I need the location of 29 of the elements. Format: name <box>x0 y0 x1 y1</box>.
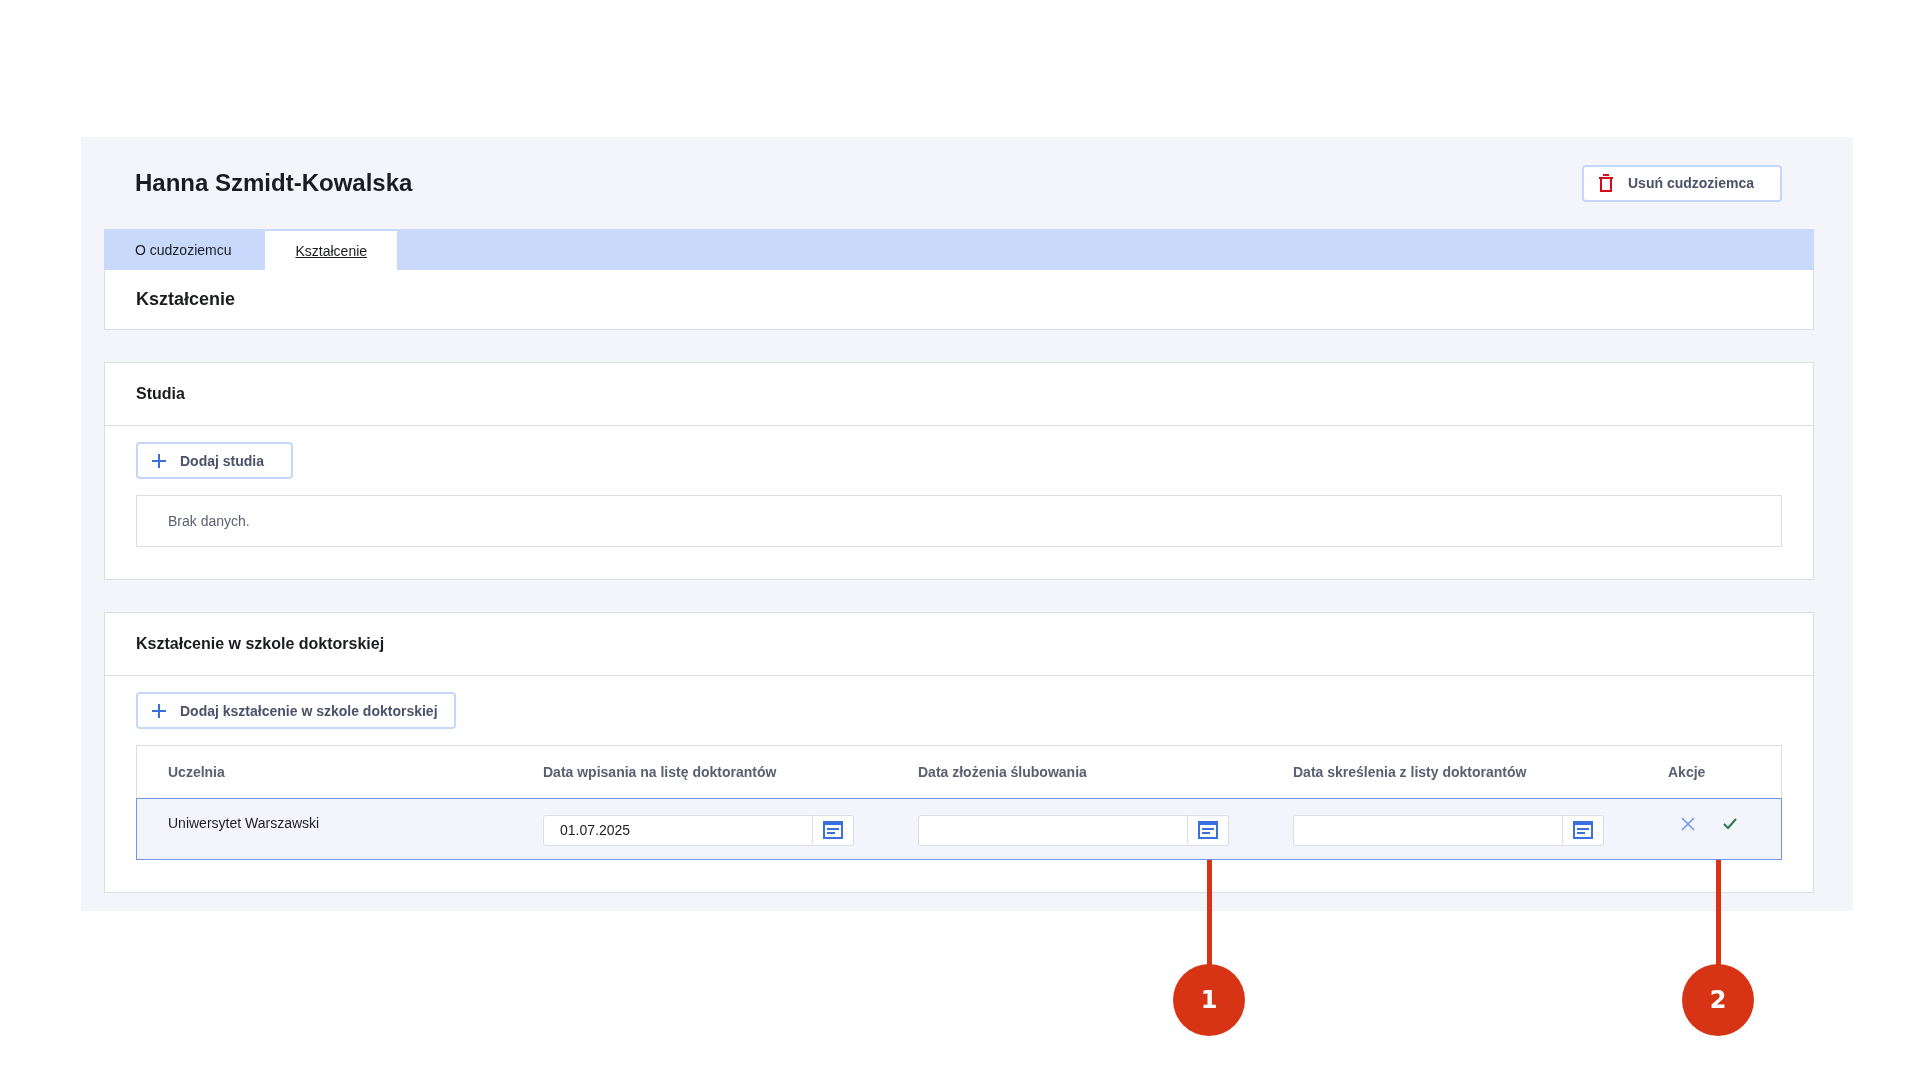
calendar-icon <box>1198 821 1218 839</box>
empty-message: Brak danych. <box>168 513 250 529</box>
table-cell: Uniwersytet Warszawski <box>168 815 320 831</box>
date-field[interactable]: 01.07.2025 <box>543 814 813 846</box>
calendar-button[interactable] <box>1188 814 1229 846</box>
tab[interactable]: Kształcenie <box>265 231 398 270</box>
plus-icon <box>152 703 166 718</box>
tab[interactable]: O cudzoziemcu <box>104 229 263 270</box>
calendar-icon <box>823 821 843 839</box>
trash-icon <box>1598 174 1614 192</box>
column-header: Akcje <box>1668 764 1707 780</box>
column-header: Data wpisania na listę doktorantów <box>543 764 778 780</box>
add-studies-button[interactable]: Dodaj studia <box>136 442 293 479</box>
calendar-icon <box>1573 821 1593 839</box>
add-doctoral-button[interactable]: Dodaj kształcenie w szkole doktorskiej <box>136 692 456 729</box>
calendar-button[interactable] <box>813 814 854 846</box>
page-title: Hanna Szmidt-Kowalska <box>135 169 413 197</box>
section-heading: Kształcenie <box>136 289 236 310</box>
card-title: Kształcenie w szkole doktorskiej <box>136 635 385 653</box>
card-title: Studia <box>136 385 185 403</box>
table-row[interactable]: Uniwersytet Warszawski 01.07.2025 <box>136 798 1782 860</box>
column-header: Data złożenia ślubowania <box>918 764 1088 780</box>
plus-icon <box>152 453 166 468</box>
date-field[interactable] <box>1293 814 1563 846</box>
column-header: Data skreślenia z listy doktorantów <box>1293 764 1528 780</box>
calendar-button[interactable] <box>1563 814 1604 846</box>
date-field[interactable] <box>918 814 1188 846</box>
delete-button[interactable]: Usuń cudzoziemca <box>1582 164 1782 202</box>
column-header: Uczelnia <box>167 764 226 780</box>
